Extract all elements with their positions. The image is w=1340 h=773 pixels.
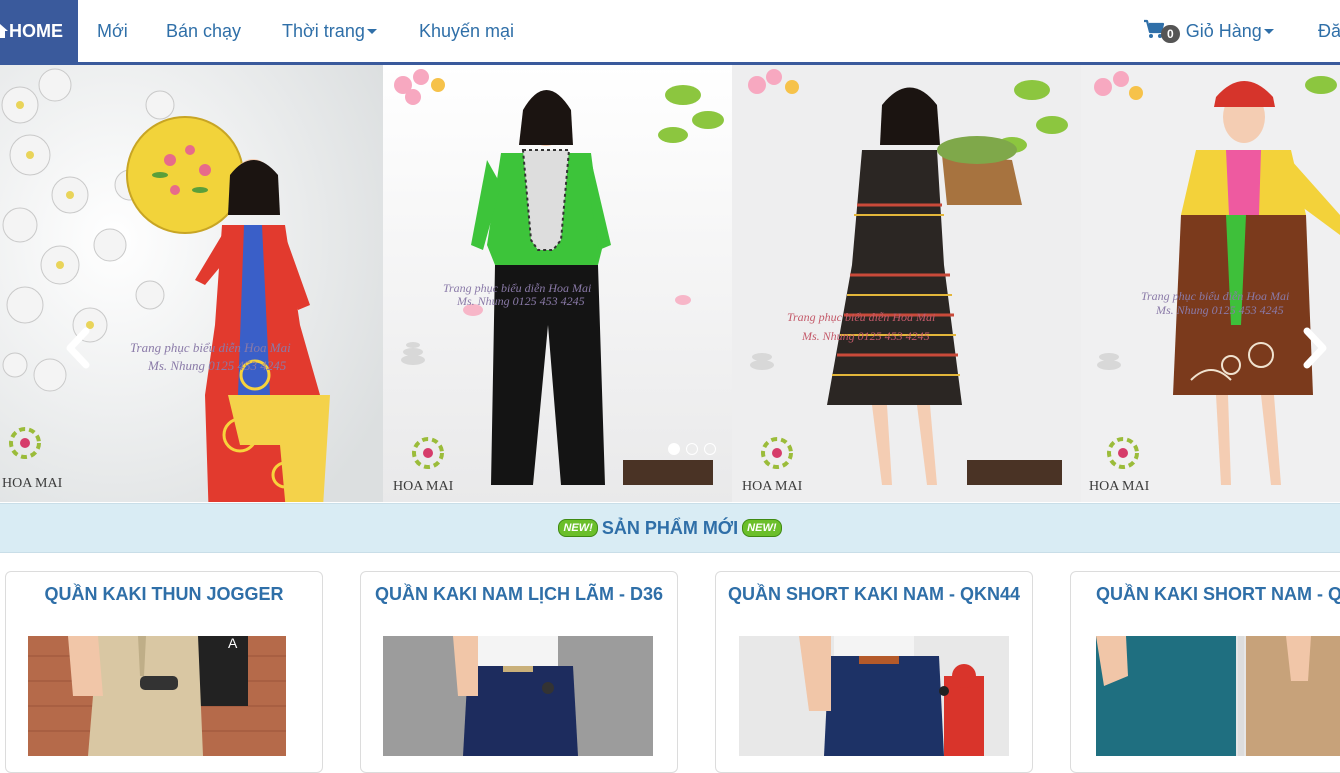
product-title[interactable]: QUẦN KAKI NAM LỊCH LÃM - D36 [361, 584, 677, 605]
svg-text:Ms. Nhung 0125 453 4245: Ms. Nhung 0125 453 4245 [801, 329, 930, 343]
nav-cart[interactable]: 0 Giỏ Hàng [1143, 0, 1274, 62]
new-badge-left: NEW! [558, 519, 598, 537]
nav-login-label: Đă [1318, 20, 1340, 41]
svg-text:A: A [228, 636, 238, 651]
cart-count-badge: 0 [1161, 25, 1180, 43]
carousel-indicators [668, 443, 716, 455]
product-card[interactable]: QUẦN KAKI SHORT NAM - QS [1070, 571, 1340, 773]
product-title[interactable]: QUẦN KAKI THUN JOGGER [6, 584, 322, 605]
nav-cart-label: Giỏ Hàng [1185, 20, 1262, 41]
carousel-watermark-line1: Trang phục biểu diễn Hoa Mai [130, 340, 291, 355]
product-image[interactable]: A [28, 636, 286, 756]
nav-item-promotion[interactable]: Khuyến mại [419, 0, 514, 62]
carousel-panel-ao-tu-than: Trang phục biểu diễn Hoa Mai Ms. Nhung 0… [1081, 65, 1340, 502]
product-title[interactable]: QUẦN SHORT KAKI NAM - QKN44 [716, 584, 1032, 605]
product-card[interactable]: QUẦN KAKI NAM LỊCH LÃM - D36 [360, 571, 678, 773]
svg-text:HOA MAI: HOA MAI [393, 479, 454, 494]
svg-text:Trang phục biểu diễn Hoa Mai: Trang phục biểu diễn Hoa Mai [443, 281, 591, 295]
product-card[interactable]: QUẦN SHORT KAKI NAM - QKN44 [715, 571, 1033, 773]
section-title: SẢN PHẨM MỚI [601, 517, 739, 538]
new-products-header: NEW! SẢN PHẨM MỚI NEW! [0, 503, 1340, 553]
product-title[interactable]: QUẦN KAKI SHORT NAM - QS [1096, 584, 1340, 605]
nav-item-bestseller-label: Bán chạy [166, 20, 242, 41]
nav-home[interactable]: HOME [0, 0, 78, 62]
carousel-panel-tho-cam: Trang phục biểu diễn Hoa Mai Ms. Nhung 0… [732, 65, 1081, 502]
svg-text:Trang phục biểu diễn Hoa Mai: Trang phục biểu diễn Hoa Mai [787, 310, 935, 324]
top-navbar: HOME Mới Bán chạy Thời trang Khuyến mại … [0, 0, 1340, 65]
product-image[interactable] [1096, 636, 1340, 756]
nav-item-fashion[interactable]: Thời trang [282, 0, 377, 62]
svg-text:HOA MAI: HOA MAI [1089, 479, 1150, 494]
nav-item-bestseller[interactable]: Bán chạy [166, 0, 241, 62]
product-card[interactable]: QUẦN KAKI THUN JOGGER A [5, 571, 323, 773]
carousel-brand-text: HOA MAI [2, 476, 63, 491]
carousel-indicator-1[interactable] [668, 443, 680, 455]
nav-home-label: HOME [9, 20, 63, 41]
chevron-down-icon [1263, 28, 1274, 34]
nav-item-new[interactable]: Mới [97, 0, 128, 62]
nav-login[interactable]: Đă [1318, 0, 1340, 62]
chevron-left-icon [66, 327, 90, 369]
svg-text:Ms. Nhung 0125 453 4245: Ms. Nhung 0125 453 4245 [1155, 303, 1284, 317]
nav-item-promotion-label: Khuyến mại [419, 20, 515, 41]
carousel-panel-ao-ba-ba: Trang phục biểu diễn Hoa Mai Ms. Nhung 0… [383, 65, 732, 502]
hero-carousel: Trang phục biểu diễn Hoa Mai Ms. Nhung 0… [0, 65, 1340, 502]
chevron-down-icon [366, 28, 377, 34]
home-icon [0, 24, 8, 38]
carousel-watermark-line2: Ms. Nhung 0125 453 4245 [147, 358, 287, 373]
carousel-indicator-2[interactable] [686, 443, 698, 455]
chevron-right-icon [1303, 327, 1327, 369]
svg-text:HOA MAI: HOA MAI [742, 479, 803, 494]
svg-text:Ms. Nhung 0125 453 4245: Ms. Nhung 0125 453 4245 [456, 294, 585, 308]
product-image[interactable] [383, 636, 653, 756]
carousel-panel-ao-dai: Trang phục biểu diễn Hoa Mai Ms. Nhung 0… [0, 65, 383, 502]
nav-item-new-label: Mới [97, 20, 128, 41]
new-badge-right: NEW! [742, 519, 782, 537]
nav-item-fashion-label: Thời trang [282, 20, 365, 41]
carousel-prev-button[interactable] [60, 323, 96, 373]
carousel-indicator-3[interactable] [704, 443, 716, 455]
svg-text:Trang phục biểu diễn Hoa Mai: Trang phục biểu diễn Hoa Mai [1141, 289, 1289, 303]
product-image[interactable] [739, 636, 1009, 756]
carousel-next-button[interactable] [1297, 323, 1333, 373]
